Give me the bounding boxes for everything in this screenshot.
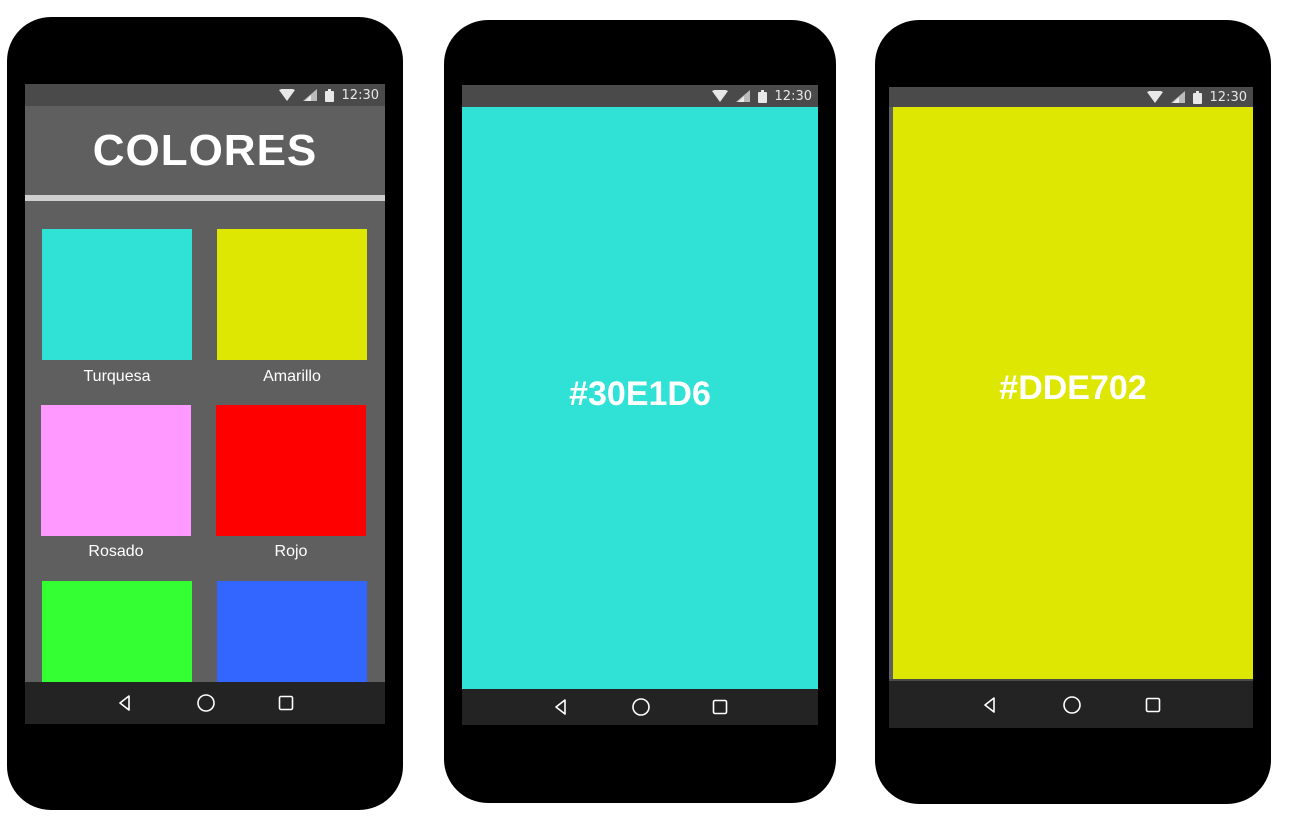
status-bar: 12:30 (25, 84, 385, 106)
nav-bar (462, 689, 818, 725)
recents-icon[interactable] (278, 695, 294, 711)
home-icon[interactable] (196, 693, 216, 713)
back-icon[interactable] (981, 696, 999, 714)
color-swatch-rosado[interactable] (41, 405, 191, 536)
status-time: 12:30 (1209, 89, 1247, 105)
home-icon[interactable] (631, 697, 651, 717)
signal-icon (302, 89, 317, 101)
status-time: 12:30 (341, 87, 379, 103)
nav-bar (889, 679, 1253, 728)
title-divider (25, 195, 385, 201)
recents-icon[interactable] (712, 699, 728, 715)
battery-icon (757, 89, 767, 103)
battery-icon (1192, 90, 1202, 104)
wifi-icon (711, 90, 728, 102)
hex-code-label: #30E1D6 (569, 374, 711, 413)
phone-frame-3: 12:30 #DDE702 (875, 20, 1271, 804)
signal-icon (735, 90, 750, 102)
hex-code-label: #DDE702 (999, 368, 1147, 407)
status-time: 12:30 (774, 88, 812, 104)
color-label-rojo: Rojo (274, 543, 308, 560)
color-detail-panel: #30E1D6 (462, 107, 818, 689)
color-label-amarillo: Amarillo (263, 368, 321, 385)
phone-frame-2: 12:30 #30E1D6 (444, 20, 836, 803)
home-icon[interactable] (1062, 695, 1082, 715)
color-swatch-azul[interactable] (217, 581, 367, 691)
back-icon[interactable] (552, 698, 570, 716)
color-detail-panel: #DDE702 (893, 107, 1253, 679)
recents-icon[interactable] (1145, 697, 1161, 713)
screen-3: 12:30 #DDE702 (889, 87, 1253, 728)
battery-icon (324, 88, 334, 102)
color-swatch-amarillo[interactable] (217, 229, 367, 360)
phone-frame-1: 12:30 COLORES Turquesa Amarillo Rosado R… (7, 17, 403, 810)
nav-bar (25, 682, 385, 724)
status-bar: 12:30 (889, 87, 1253, 107)
color-label-turquesa: Turquesa (83, 368, 151, 385)
screen-1: 12:30 COLORES Turquesa Amarillo Rosado R… (25, 84, 385, 724)
wifi-icon (278, 89, 295, 101)
screen-2: 12:30 #30E1D6 (462, 85, 818, 725)
page-title: COLORES (92, 126, 318, 175)
color-swatch-rojo[interactable] (216, 405, 366, 536)
color-swatch-verde[interactable] (42, 581, 192, 691)
back-icon[interactable] (116, 694, 134, 712)
status-bar: 12:30 (462, 85, 818, 107)
wifi-icon (1146, 91, 1163, 103)
color-swatch-turquesa[interactable] (42, 229, 192, 360)
color-label-rosado: Rosado (88, 543, 144, 560)
signal-icon (1170, 91, 1185, 103)
